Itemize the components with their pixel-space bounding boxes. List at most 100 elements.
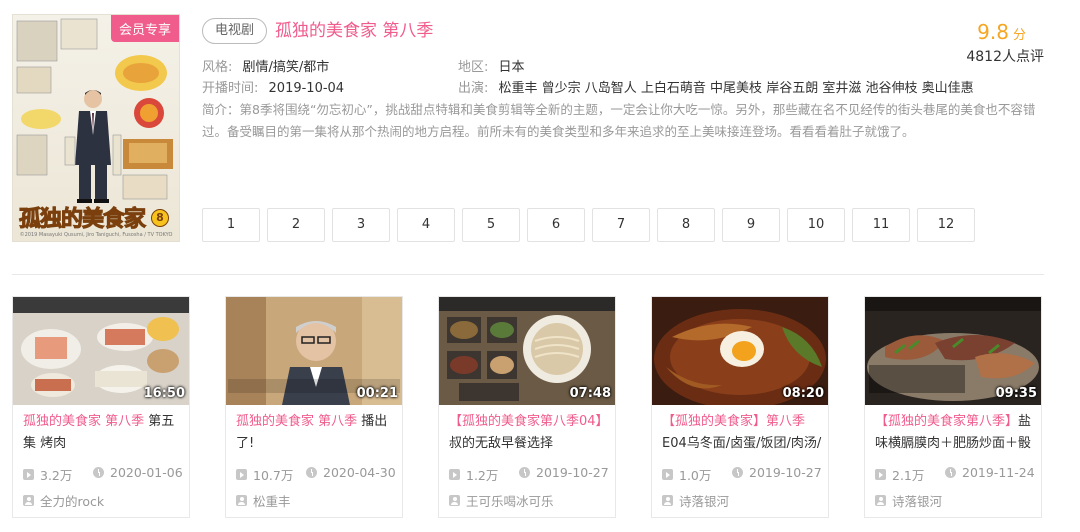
upload-date: 2019-10-27 [732,465,822,480]
upload-date-value: 2019-11-24 [962,465,1035,480]
video-card[interactable]: 09:35 【孤独的美食家第八季】盐味横膈膜肉＋肥肠炒面＋骰 2.1万 2019… [864,296,1042,518]
episode-button[interactable]: 5 [462,208,520,242]
date-row: 开播时间: 2019-10-04 [202,80,344,98]
video-thumbnail[interactable]: 00:21 [226,297,402,405]
genre-label: 风格: [202,60,233,75]
upload-date: 2019-10-27 [519,465,609,480]
video-card[interactable]: 07:48 【孤独的美食家第八季04】叔的无敌早餐选择 1.2万 2019-10… [438,296,616,518]
user-icon [23,495,34,506]
video-thumbnail[interactable]: 08:20 [652,297,828,405]
region-row: 地区: 日本 [458,59,525,77]
episode-button[interactable]: 2 [267,208,325,242]
video-card[interactable]: 08:20 【孤独的美食家】第八季 E04乌冬面/卤蛋/饭团/肉汤/ 1.0万 2… [651,296,829,518]
clock-icon [93,467,104,478]
author-name: 松重丰 [253,494,291,509]
video-duration: 07:48 [569,386,611,401]
video-title[interactable]: 孤独的美食家 第八季 播出了! [236,411,396,455]
upload-date-value: 2019-10-27 [749,465,822,480]
video-author[interactable]: 诗落银河 [875,491,942,510]
view-count: 2.1万 [875,465,924,484]
show-title[interactable]: 孤独的美食家 第八季 [275,19,433,43]
play-count-icon [875,469,886,480]
region-value: 日本 [498,60,525,75]
video-card[interactable]: 00:21 孤独的美食家 第八季 播出了! 10.7万 2020-04-30 松… [225,296,403,518]
video-title-highlight: 【孤独的美食家第八季04】 [449,414,609,429]
poster-copyright: ©2019 Masayuki Qusumi, Jiro Taniguchi, F… [19,232,173,238]
upload-date-value: 2020-01-06 [110,465,183,480]
episode-button[interactable]: 3 [332,208,390,242]
author-name: 诗落银河 [892,494,943,509]
episode-button[interactable]: 6 [527,208,585,242]
episode-button[interactable]: 12 [917,208,975,242]
view-count-value: 3.2万 [40,468,73,483]
video-title-highlight: 【孤独的美食家第八季】 [875,414,1019,429]
episode-button[interactable]: 10 [787,208,845,242]
upload-date: 2019-11-24 [945,465,1035,480]
episode-button[interactable]: 9 [722,208,780,242]
show-description: 简介：第8季将围绕“勿忘初心”，挑战甜点特辑和美食剪辑等全新的主题，一定会让你大… [202,102,1036,139]
play-count-icon [662,469,673,480]
view-count-value: 1.2万 [466,468,499,483]
user-icon [662,495,673,506]
clock-icon [945,467,956,478]
video-title[interactable]: 【孤独的美食家第八季04】叔的无敌早餐选择 [449,411,609,455]
video-thumbnail[interactable]: 09:35 [865,297,1041,405]
clock-icon [732,467,743,478]
video-title-rest: E04乌冬面/卤蛋/饭团/肉汤/ [662,436,822,451]
video-title[interactable]: 【孤独的美食家】第八季 E04乌冬面/卤蛋/饭团/肉汤/ [662,411,822,455]
upload-date-value: 2020-04-30 [323,465,396,480]
video-duration: 09:35 [995,386,1037,401]
cast-row: 出演: 松重丰 曾少宗 八岛智人 上白石萌音 中尾美枝 岸谷五朗 室井滋 池谷伸… [458,80,974,98]
category-tag[interactable]: 电视剧 [202,18,268,44]
author-name: 全力的rock [40,494,105,509]
video-author[interactable]: 全力的rock [23,491,104,510]
video-author[interactable]: 王可乐喝冰可乐 [449,491,554,510]
genre-value: 剧情/搞笑/都市 [242,60,330,75]
video-author[interactable]: 松重丰 [236,491,291,510]
video-title[interactable]: 孤独的美食家 第八季 第五集 烤肉 [23,411,183,455]
upload-date: 2020-04-30 [306,465,396,480]
video-duration: 08:20 [782,386,824,401]
play-count-icon [449,469,460,480]
section-divider [12,274,1044,275]
play-count-icon [236,469,247,480]
cast-label: 出演: [458,81,489,96]
video-title[interactable]: 【孤独的美食家第八季】盐味横膈膜肉＋肥肠炒面＋骰 [875,411,1035,455]
view-count: 1.2万 [449,465,498,484]
region-label: 地区: [458,60,489,75]
show-poster[interactable]: 会员专享 孤独的美食家 8 ©2019 Masayuki Qusumi, Jir… [12,14,180,242]
video-thumbnail[interactable]: 16:50 [13,297,189,405]
video-card[interactable]: 16:50 孤独的美食家 第八季 第五集 烤肉 3.2万 2020-01-06 … [12,296,190,518]
date-value: 2019-10-04 [268,81,345,96]
upload-date: 2020-01-06 [93,465,183,480]
episode-button[interactable]: 8 [657,208,715,242]
episode-button[interactable]: 1 [202,208,260,242]
episode-button[interactable]: 7 [592,208,650,242]
video-thumbnail[interactable]: 07:48 [439,297,615,405]
score-value: 9.8 [977,20,1009,44]
clock-icon [519,467,530,478]
video-author[interactable]: 诗落银河 [662,491,729,510]
view-count-value: 1.0万 [679,468,712,483]
video-title-highlight: 孤独的美食家 第八季 [23,414,149,429]
view-count: 3.2万 [23,465,72,484]
vip-badge: 会员专享 [110,15,179,42]
video-duration: 00:21 [356,386,398,401]
video-title-rest: 叔的无敌早餐选择 [449,436,554,451]
video-title-highlight: 孤独的美食家 第八季 [236,414,362,429]
clock-icon [306,467,317,478]
episode-button[interactable]: 4 [397,208,455,242]
episode-button[interactable]: 11 [852,208,910,242]
video-duration: 16:50 [143,386,185,401]
score-unit: 分 [1012,28,1026,43]
genre-row: 风格: 剧情/搞笑/都市 [202,59,329,77]
view-count-value: 10.7万 [253,468,294,483]
poster-logo: 孤独的美食家 [18,207,146,233]
play-count-icon [23,469,34,480]
author-name: 诗落银河 [679,494,730,509]
author-name: 王可乐喝冰可乐 [466,494,554,509]
video-title-highlight: 【孤独的美食家】第八季 [662,414,806,429]
user-icon [236,495,247,506]
user-icon [449,495,460,506]
cast-value: 松重丰 曾少宗 八岛智人 上白石萌音 中尾美枝 岸谷五朗 室井滋 池谷伸枝 奥山… [498,81,974,96]
